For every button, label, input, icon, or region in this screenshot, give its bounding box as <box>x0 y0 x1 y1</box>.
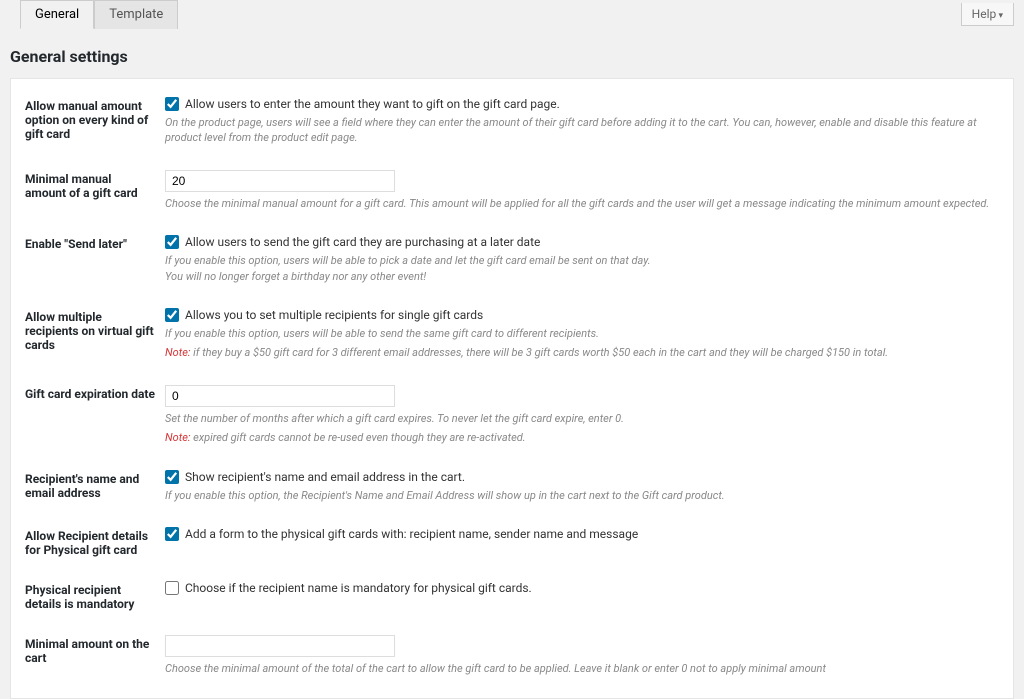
help-recip-name: If you enable this option, the Recipient… <box>165 488 999 503</box>
row-expiration: Gift card expiration date Set the number… <box>11 379 1013 464</box>
top-bar: General Template Help <box>0 0 1024 29</box>
note-expiration: Note: expired gift cards cannot be re-us… <box>165 430 999 445</box>
row-recip-name: Recipient's name and email address Show … <box>11 464 1013 521</box>
note-multi-recip: Note: if they buy a $50 gift card for 3 … <box>165 345 999 360</box>
label-recip-name: Recipient's name and email address <box>25 470 165 500</box>
checkbox-physical-mandatory[interactable] <box>165 581 179 595</box>
label-multi-recip: Allow multiple recipients on virtual gif… <box>25 308 165 352</box>
checkbox-manual-amount[interactable] <box>165 97 179 111</box>
label-send-later: Enable "Send later" <box>25 235 165 251</box>
checkbox-physical-details[interactable] <box>165 527 179 541</box>
help-min-manual: Choose the minimal manual amount for a g… <box>165 196 999 211</box>
label-manual-amount: Allow manual amount option on every kind… <box>25 97 165 141</box>
input-min-manual[interactable] <box>165 170 395 192</box>
help-expiration: Set the number of months after which a g… <box>165 411 999 426</box>
help-dropdown[interactable]: Help <box>961 3 1014 26</box>
row-min-manual: Minimal manual amount of a gift card Cho… <box>11 164 1013 229</box>
help-manual-amount: On the product page, users will see a fi… <box>165 115 999 146</box>
label-physical-mandatory: Physical recipient details is mandatory <box>25 581 165 611</box>
row-manual-amount: Allow manual amount option on every kind… <box>11 91 1013 164</box>
label-expiration: Gift card expiration date <box>25 385 165 401</box>
label-min-cart: Minimal amount on the cart <box>25 635 165 665</box>
help-min-cart: Choose the minimal amount of the total o… <box>165 661 999 676</box>
tabs: General Template <box>20 0 178 29</box>
checkbox-label-physical-mandatory: Choose if the recipient name is mandator… <box>185 581 532 595</box>
checkbox-label-physical-details: Add a form to the physical gift cards wi… <box>185 527 638 541</box>
checkbox-label-multi-recip: Allows you to set multiple recipients fo… <box>185 308 483 322</box>
checkbox-multi-recip[interactable] <box>165 308 179 322</box>
settings-panel: Allow manual amount option on every kind… <box>10 78 1014 699</box>
tab-template[interactable]: Template <box>94 0 178 29</box>
checkbox-send-later[interactable] <box>165 235 179 249</box>
row-physical-mandatory: Physical recipient details is mandatory … <box>11 575 1013 629</box>
tab-general[interactable]: General <box>20 0 94 29</box>
input-min-cart[interactable] <box>165 635 395 657</box>
input-expiration[interactable] <box>165 385 395 407</box>
section-title: General settings <box>0 29 1024 78</box>
row-physical-details: Allow Recipient details for Physical gif… <box>11 521 1013 575</box>
row-min-cart: Minimal amount on the cart Choose the mi… <box>11 629 1013 686</box>
checkbox-label-recip-name: Show recipient's name and email address … <box>185 470 465 484</box>
label-physical-details: Allow Recipient details for Physical gif… <box>25 527 165 557</box>
row-send-later: Enable "Send later" Allow users to send … <box>11 229 1013 302</box>
checkbox-label-send-later: Allow users to send the gift card they a… <box>185 235 540 249</box>
row-multi-recip: Allow multiple recipients on virtual gif… <box>11 302 1013 379</box>
checkbox-label-manual-amount: Allow users to enter the amount they wan… <box>185 97 560 111</box>
label-min-manual: Minimal manual amount of a gift card <box>25 170 165 200</box>
checkbox-recip-name[interactable] <box>165 470 179 484</box>
help-multi-recip: If you enable this option, users will be… <box>165 326 999 341</box>
help-send-later: If you enable this option, users will be… <box>165 253 999 284</box>
